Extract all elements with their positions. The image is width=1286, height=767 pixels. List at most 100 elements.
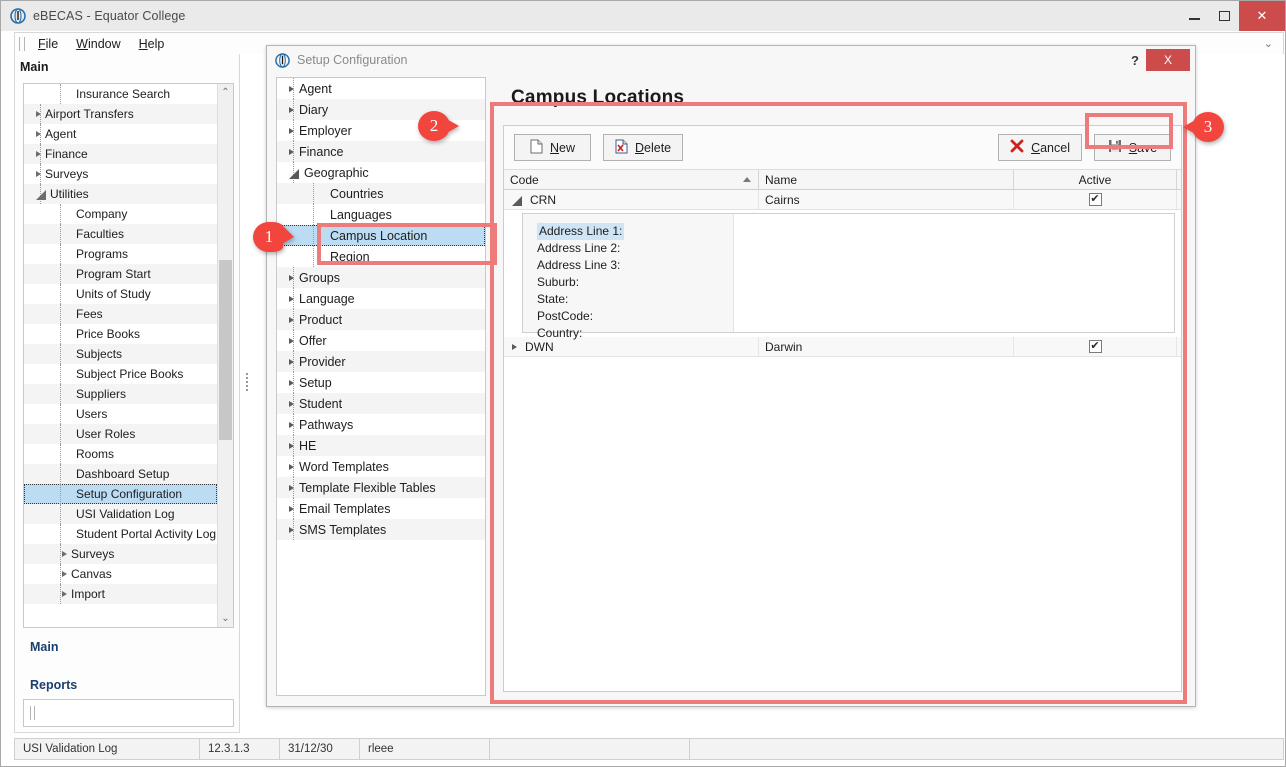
sidebar-item-surveys[interactable]: Surveys	[24, 544, 217, 564]
sidebar-item-suppliers[interactable]: Suppliers	[24, 384, 217, 404]
tree-item-region[interactable]: Region	[277, 246, 485, 267]
scrollbar-thumb[interactable]	[219, 260, 232, 440]
cancel-button[interactable]: Cancel	[998, 134, 1082, 161]
sidebar-footer-main[interactable]: Main	[15, 634, 239, 660]
tree-item-offer[interactable]: Offer	[277, 330, 485, 351]
chevron-right-icon[interactable]	[512, 344, 517, 350]
chevron-down-icon[interactable]	[289, 169, 299, 179]
scroll-up-icon[interactable]: ⌃	[218, 84, 233, 101]
window-title: eBECAS - Equator College	[33, 9, 185, 23]
tree-item-email-templates[interactable]: Email Templates	[277, 498, 485, 519]
menu-item-file[interactable]: File	[29, 35, 67, 53]
tree-item-provider[interactable]: Provider	[277, 351, 485, 372]
tree-guide-line	[60, 344, 61, 364]
sidebar-footer-reports[interactable]: Reports	[15, 660, 239, 698]
chevron-down-icon[interactable]	[36, 190, 46, 200]
menu-item-window[interactable]: Window	[67, 35, 129, 53]
tree-item-agent[interactable]: Agent	[277, 78, 485, 99]
sidebar-item-utilities[interactable]: Utilities	[24, 184, 217, 204]
sidebar-item-import[interactable]: Import	[24, 584, 217, 604]
menu-item-help[interactable]: Help	[130, 35, 174, 53]
scroll-down-icon[interactable]: ⌄	[218, 610, 233, 627]
tree-item-campus-location[interactable]: Campus Location	[277, 225, 485, 246]
tree-item-he[interactable]: HE	[277, 435, 485, 456]
save-button[interactable]: Save	[1094, 134, 1171, 161]
sidebar-item-units-of-study[interactable]: Units of Study	[24, 284, 217, 304]
tree-item-template-flexible-tables[interactable]: Template Flexible Tables	[277, 477, 485, 498]
sidebar-item-faculties[interactable]: Faculties	[24, 224, 217, 244]
tree-guide-line	[40, 104, 41, 124]
grid-header: CodeNameActive	[504, 170, 1181, 190]
detail-field-row[interactable]: Suburb:	[537, 274, 733, 291]
main-splitter-handle[interactable]	[244, 371, 250, 399]
table-row[interactable]: CRNCairns✔	[504, 190, 1181, 210]
table-row[interactable]: DWNDarwin✔	[504, 337, 1181, 357]
tree-guide-line	[293, 351, 294, 372]
menu-grip[interactable]	[19, 37, 25, 51]
sidebar-item-setup-configuration[interactable]: Setup Configuration	[24, 484, 217, 504]
close-button[interactable]: ✕	[1239, 1, 1285, 31]
help-button[interactable]: ?	[1124, 53, 1146, 68]
chevron-down-icon[interactable]	[512, 196, 522, 206]
sidebar-item-label: Program Start	[72, 267, 151, 281]
sidebar-item-label: Rooms	[72, 447, 114, 461]
active-checkbox[interactable]: ✔	[1089, 193, 1102, 206]
sidebar-item-program-start[interactable]: Program Start	[24, 264, 217, 284]
tree-item-finance[interactable]: Finance	[277, 141, 485, 162]
sidebar-scrollbar[interactable]: ⌃ ⌄	[217, 84, 233, 627]
sidebar-item-price-books[interactable]: Price Books	[24, 324, 217, 344]
sidebar-item-agent[interactable]: Agent	[24, 124, 217, 144]
detail-field-row[interactable]: Address Line 3:	[537, 257, 733, 274]
sidebar-item-subjects[interactable]: Subjects	[24, 344, 217, 364]
dialog-close-button[interactable]: X	[1146, 49, 1190, 71]
new-button[interactable]: New	[514, 134, 591, 161]
tree-item-word-templates[interactable]: Word Templates	[277, 456, 485, 477]
tree-item-groups[interactable]: Groups	[277, 267, 485, 288]
sidebar-item-rooms[interactable]: Rooms	[24, 444, 217, 464]
detail-field-row[interactable]: Address Line 2:	[537, 240, 733, 257]
tree-item-sms-templates[interactable]: SMS Templates	[277, 519, 485, 540]
toolbar-grip[interactable]	[30, 706, 35, 720]
tree-item-student[interactable]: Student	[277, 393, 485, 414]
tree-item-diary[interactable]: Diary	[277, 99, 485, 120]
grid-column-header-name[interactable]: Name	[759, 170, 1014, 189]
minimize-button[interactable]	[1179, 1, 1209, 31]
grid-column-header-active[interactable]: Active	[1014, 170, 1177, 189]
tree-item-setup[interactable]: Setup	[277, 372, 485, 393]
maximize-button[interactable]	[1209, 1, 1239, 31]
grid-column-header-code[interactable]: Code	[504, 170, 759, 189]
detail-value-area[interactable]	[733, 214, 1174, 332]
detail-field-label: Address Line 1:	[537, 223, 624, 240]
sidebar-item-fees[interactable]: Fees	[24, 304, 217, 324]
tree-item-employer[interactable]: Employer	[277, 120, 485, 141]
sidebar-item-subject-price-books[interactable]: Subject Price Books	[24, 364, 217, 384]
sidebar-item-student-portal-activity-log[interactable]: Student Portal Activity Log	[24, 524, 217, 544]
tree-item-pathways[interactable]: Pathways	[277, 414, 485, 435]
chevron-down-icon[interactable]: ⌄	[1264, 37, 1273, 50]
detail-field-label: Address Line 3:	[537, 257, 620, 274]
delete-button[interactable]: Delete	[603, 134, 683, 161]
sidebar-item-user-roles[interactable]: User Roles	[24, 424, 217, 444]
tree-item-language[interactable]: Language	[277, 288, 485, 309]
sidebar-item-usi-validation-log[interactable]: USI Validation Log	[24, 504, 217, 524]
sidebar-item-surveys[interactable]: Surveys	[24, 164, 217, 184]
sidebar-item-canvas[interactable]: Canvas	[24, 564, 217, 584]
sidebar-item-users[interactable]: Users	[24, 404, 217, 424]
sidebar-item-airport-transfers[interactable]: Airport Transfers	[24, 104, 217, 124]
tree-guide-line	[293, 372, 294, 393]
sidebar-item-insurance-search[interactable]: Insurance Search	[24, 84, 217, 104]
tree-item-countries[interactable]: Countries	[277, 183, 485, 204]
tree-item-product[interactable]: Product	[277, 309, 485, 330]
detail-field-row[interactable]: Address Line 1:	[537, 223, 733, 240]
status-cell-4	[490, 738, 690, 760]
sidebar-item-programs[interactable]: Programs	[24, 244, 217, 264]
tree-item-geographic[interactable]: Geographic	[277, 162, 485, 183]
detail-field-row[interactable]: PostCode:	[537, 308, 733, 325]
sidebar-item-company[interactable]: Company	[24, 204, 217, 224]
sidebar-item-dashboard-setup[interactable]: Dashboard Setup	[24, 464, 217, 484]
tree-splitter-handle[interactable]	[488, 416, 494, 444]
sidebar-item-finance[interactable]: Finance	[24, 144, 217, 164]
tree-item-languages[interactable]: Languages	[277, 204, 485, 225]
active-checkbox[interactable]: ✔	[1089, 340, 1102, 353]
detail-field-row[interactable]: State:	[537, 291, 733, 308]
